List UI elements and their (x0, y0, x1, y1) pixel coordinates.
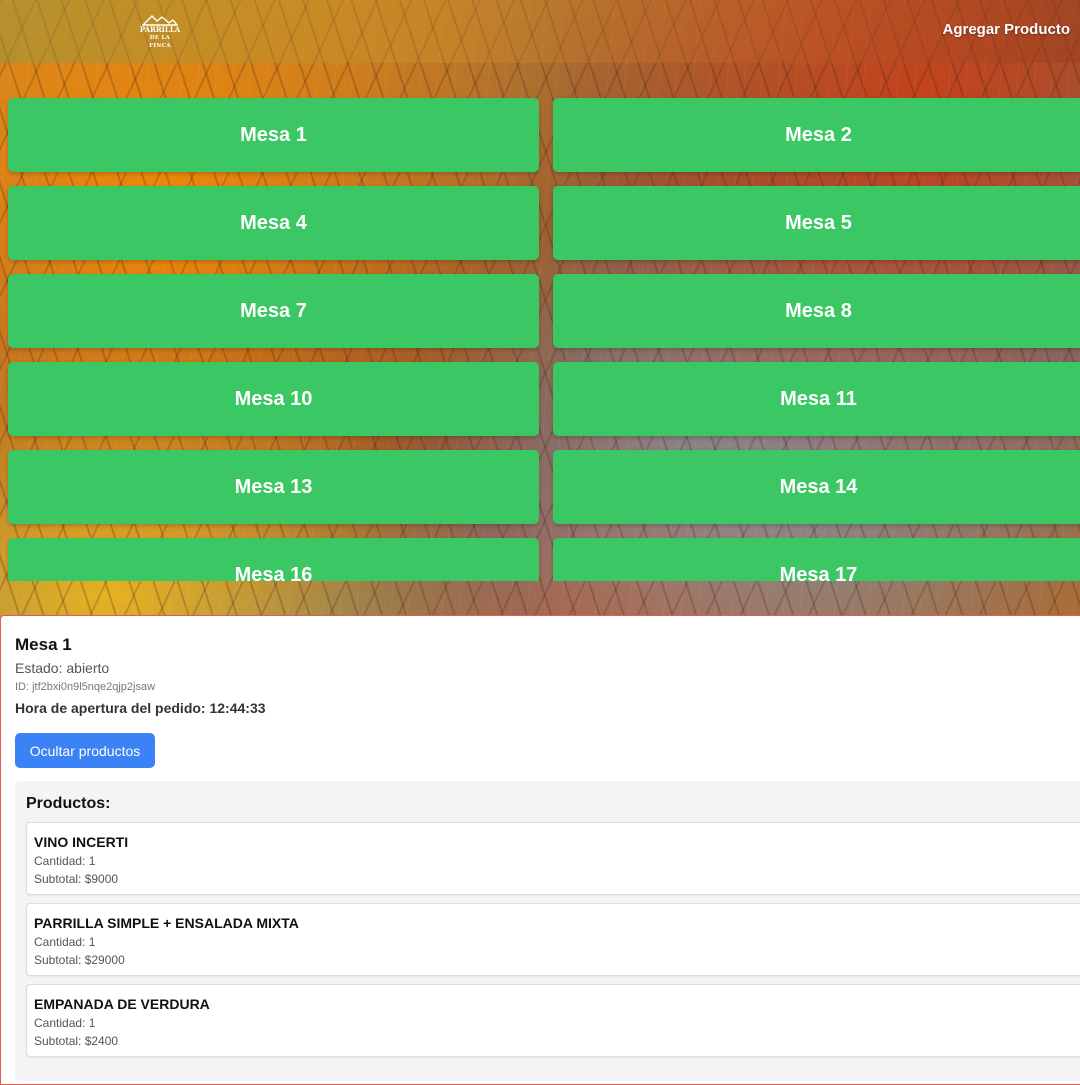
tables-grid: Mesa 1 Mesa 2 Mesa 4 Mesa 5 Mesa 7 Mesa … (8, 98, 1080, 581)
table-button-16[interactable]: Mesa 16 (8, 538, 539, 581)
logo-text-line1: PARRILLA (139, 25, 181, 34)
product-quantity: Cantidad: 1 (34, 1016, 96, 1030)
table-button-1[interactable]: Mesa 1 (8, 98, 539, 172)
table-button-14[interactable]: Mesa 14 (553, 450, 1080, 524)
list-item: VINO INCERTI Cantidad: 1 Subtotal: $9000 (26, 822, 1080, 895)
top-navbar: PARRILLA DE LA FINCA Agregar Producto (0, 0, 1080, 63)
table-button-7[interactable]: Mesa 7 (8, 274, 539, 348)
table-button-5[interactable]: Mesa 5 (553, 186, 1080, 260)
table-button-17[interactable]: Mesa 17 (553, 538, 1080, 581)
table-button-10[interactable]: Mesa 10 (8, 362, 539, 436)
order-detail-panel: Mesa 1 Estado: abierto ID: jtf2bxi0n9l5n… (0, 615, 1080, 1085)
order-id: ID: jtf2bxi0n9l5nqe2qjp2jsaw (15, 681, 156, 693)
order-title: Mesa 1 (15, 635, 72, 654)
hide-products-button[interactable]: Ocultar productos (15, 733, 155, 768)
product-subtotal: Subtotal: $2400 (34, 1034, 119, 1048)
logo[interactable]: PARRILLA DE LA FINCA (138, 14, 182, 49)
product-name: VINO INCERTI (34, 834, 129, 850)
table-button-8[interactable]: Mesa 8 (553, 274, 1080, 348)
product-quantity: Cantidad: 1 (34, 935, 96, 949)
product-name: PARRILLA SIMPLE + ENSALADA MIXTA (34, 915, 299, 931)
product-quantity: Cantidad: 1 (34, 854, 96, 868)
list-item: PARRILLA SIMPLE + ENSALADA MIXTA Cantida… (26, 903, 1080, 976)
list-item: EMPANADA DE VERDURA Cantidad: 1 Subtotal… (26, 984, 1080, 1057)
product-name: EMPANADA DE VERDURA (34, 996, 210, 1012)
products-heading: Productos: (26, 795, 111, 812)
products-list: Productos: VINO INCERTI Cantidad: 1 Subt… (15, 781, 1080, 1081)
add-product-link[interactable]: Agregar Producto (942, 21, 1070, 38)
tables-grid-area: Mesa 1 Mesa 2 Mesa 4 Mesa 5 Mesa 7 Mesa … (0, 63, 1080, 581)
table-button-11[interactable]: Mesa 11 (553, 362, 1080, 436)
order-open-time: Hora de apertura del pedido: 12:44:33 (15, 700, 266, 716)
logo-text-line2: DE LA FINCA (149, 35, 171, 49)
table-button-4[interactable]: Mesa 4 (8, 186, 539, 260)
product-subtotal: Subtotal: $9000 (34, 872, 119, 886)
table-button-2[interactable]: Mesa 2 (553, 98, 1080, 172)
table-button-13[interactable]: Mesa 13 (8, 450, 539, 524)
order-status: Estado: abierto (15, 660, 110, 676)
product-subtotal: Subtotal: $29000 (34, 953, 125, 967)
